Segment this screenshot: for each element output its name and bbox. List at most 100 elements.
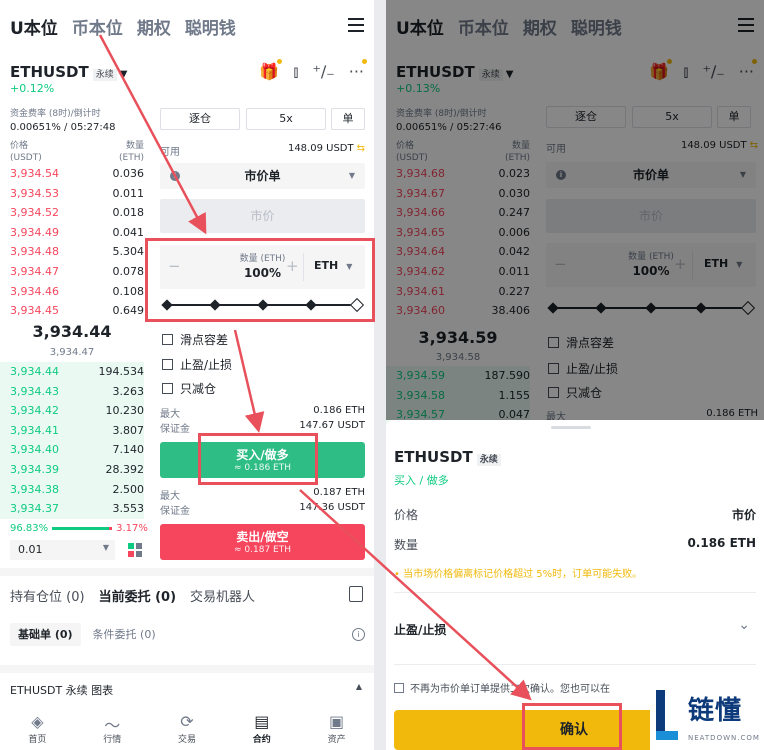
bid-row[interactable]: 3,934.43 3.263	[0, 381, 144, 402]
ask-row[interactable]: 3,934.48 5.304	[0, 242, 144, 262]
bid-price: 3,934.43	[10, 384, 59, 398]
ask-row[interactable]: 3,934.45 0.649	[0, 301, 144, 321]
reduce-only-checkbox[interactable]: 只减仓	[162, 380, 216, 396]
divider	[394, 592, 756, 593]
tpsl-label: 止盈/止损	[180, 358, 233, 372]
quantity-field[interactable]: − 数量 (ETH) 100% + ETH ▼	[160, 245, 365, 289]
buy-margin-value: 147.67 USDT	[299, 420, 365, 431]
ratio-bar	[52, 526, 113, 530]
tab-options[interactable]: 期权	[137, 19, 171, 39]
plus-icon[interactable]: +	[286, 257, 299, 275]
perp-badge: 永续	[476, 454, 501, 466]
nav-futures[interactable]: ▤ 合约	[224, 706, 299, 750]
candlestick-icon[interactable]: ⫾	[293, 62, 298, 84]
nav-assets[interactable]: ▣ 资产	[299, 706, 374, 750]
ask-price: 3,934.54	[10, 167, 59, 180]
nav-markets[interactable]: 〜行情	[75, 706, 150, 750]
modal-backdrop[interactable]	[386, 0, 764, 420]
position-mode-button[interactable]: 单	[331, 108, 365, 130]
ask-quantity: 0.649	[112, 304, 145, 318]
ask-row[interactable]: 3,934.47 0.078	[0, 262, 144, 282]
funding-label: 资金费率 (8时)/倒计时	[10, 109, 101, 119]
order-type-select[interactable]: i 市价单 ▼	[160, 163, 365, 189]
info-icon[interactable]: i	[170, 171, 180, 181]
order-type-value: 市价单	[244, 169, 281, 183]
divider	[303, 253, 304, 281]
markets-icon: 〜	[104, 716, 121, 735]
nav-home[interactable]: ◈ 首页	[0, 706, 75, 750]
calculator-icon[interactable]: ⁺∕₋	[312, 62, 334, 84]
more-icon[interactable]: ···	[349, 59, 368, 84]
tab-basic-orders[interactable]: 基础单 (0)	[10, 623, 81, 646]
quantity-unit-select[interactable]: ETH ▼	[314, 259, 352, 272]
sheet-title: ETHUSDT 永续	[394, 448, 501, 466]
nav-trade[interactable]: ⟳ 交易	[150, 706, 225, 750]
available-label: 可用	[160, 147, 180, 158]
divider	[394, 664, 756, 665]
bid-row[interactable]: 3,934.39 28.392	[0, 460, 144, 480]
nav-futures-label: 合约	[252, 735, 271, 745]
slider-tick-0[interactable]	[161, 299, 173, 311]
home-icon: ◈	[31, 712, 44, 731]
ask-price: 3,934.46	[10, 284, 59, 298]
brand-logo	[656, 690, 680, 740]
chart-bar-label: ETHUSDT 永续 图表	[10, 684, 114, 697]
sheet-handle[interactable]	[551, 426, 591, 429]
depth-select[interactable]: 0.01 ▼	[10, 540, 115, 560]
section-divider	[0, 665, 374, 673]
slider-thumb[interactable]	[349, 297, 365, 313]
bid-row[interactable]: 3,934.38 2.500	[0, 479, 144, 500]
ask-row[interactable]: 3,934.52 0.018	[0, 203, 144, 223]
ask-price: 3,934.45	[10, 304, 59, 318]
quantity-label: 数量	[394, 538, 419, 552]
tab-open-orders[interactable]: 当前委托 (0)	[99, 590, 176, 605]
slider-tick-50[interactable]	[257, 299, 269, 311]
symbol-name: ETHUSDT	[10, 63, 89, 81]
menu-icon[interactable]	[348, 18, 364, 32]
slider-tick-25[interactable]	[209, 299, 221, 311]
bid-row[interactable]: 3,934.42 10.230	[0, 401, 144, 422]
ask-row[interactable]: 3,934.54 0.036	[0, 164, 144, 184]
quantity-slider[interactable]	[161, 297, 365, 313]
orderbook-layout-icon[interactable]	[128, 543, 142, 557]
buy-long-button[interactable]: 买入/做多 ≈ 0.186 ETH	[160, 442, 365, 478]
tab-coin-m[interactable]: 币本位	[72, 19, 123, 39]
leverage-button[interactable]: 5x	[246, 108, 326, 130]
bid-row[interactable]: 3,934.44 194.534	[0, 362, 144, 382]
tpsl-checkbox[interactable]: 止盈/止损	[162, 356, 232, 372]
tab-usdt-m[interactable]: U本位	[10, 19, 58, 39]
bid-row[interactable]: 3,934.37 3.553	[0, 499, 145, 520]
bid-row[interactable]: 3,934.40 7.140	[0, 440, 144, 461]
margin-mode-button[interactable]: 逐仓	[160, 108, 240, 130]
ask-row[interactable]: 3,934.53 0.011	[0, 184, 144, 204]
sell-short-button[interactable]: 卖出/做空 ≈ 0.187 ETH	[160, 524, 365, 560]
chevron-down-icon[interactable]: ⌄	[738, 617, 750, 633]
sell-max-value: 0.187 ETH	[313, 487, 365, 498]
futures-icon: ▤	[254, 712, 270, 731]
mark-price: 3,934.47	[49, 347, 95, 358]
bid-row[interactable]: 3,934.41 3.807	[0, 420, 144, 441]
ask-row[interactable]: 3,934.46 0.108	[0, 282, 144, 302]
chevron-down-icon: ▼	[102, 543, 109, 552]
tab-trading-bots[interactable]: 交易机器人	[190, 590, 255, 605]
skip-confirm-checkbox[interactable]: 不再为市价单订单提供二次确认。您也可以在	[394, 680, 610, 695]
tpsl-label[interactable]: 止盈/止损	[394, 621, 446, 638]
chevron-down-icon: ▼	[348, 171, 355, 180]
left-screen: U本位 币本位 期权 聪明钱 ETHUSDT 永续 ▼ +0.12% 🎁 ⫾ ⁺∕₋ ··…	[0, 0, 374, 750]
ask-row[interactable]: 3,934.49 0.041	[0, 223, 144, 243]
info-icon[interactable]: i	[352, 628, 365, 641]
buy-max-label: 最大	[160, 409, 180, 420]
tab-conditional-orders[interactable]: 条件委托 (0)	[93, 628, 156, 641]
tab-positions[interactable]: 持有仓位 (0)	[10, 590, 85, 605]
checkbox-box	[162, 359, 173, 370]
tab-smart-money[interactable]: 聪明钱	[185, 19, 236, 39]
slider-tick-75[interactable]	[305, 299, 317, 311]
transfer-icon[interactable]: ⇆	[357, 143, 365, 154]
order-history-icon[interactable]	[349, 586, 363, 602]
gift-icon[interactable]: 🎁	[259, 59, 283, 84]
bid-quantity: 3.553	[112, 502, 145, 516]
chart-toggle-bar[interactable]: ETHUSDT 永续 图表 ▲	[10, 682, 362, 698]
symbol-toolbar: 🎁 ⫾ ⁺∕₋ ···	[259, 59, 368, 84]
slippage-checkbox[interactable]: 滑点容差	[162, 331, 228, 347]
chevron-down-icon: ▼	[346, 262, 353, 271]
